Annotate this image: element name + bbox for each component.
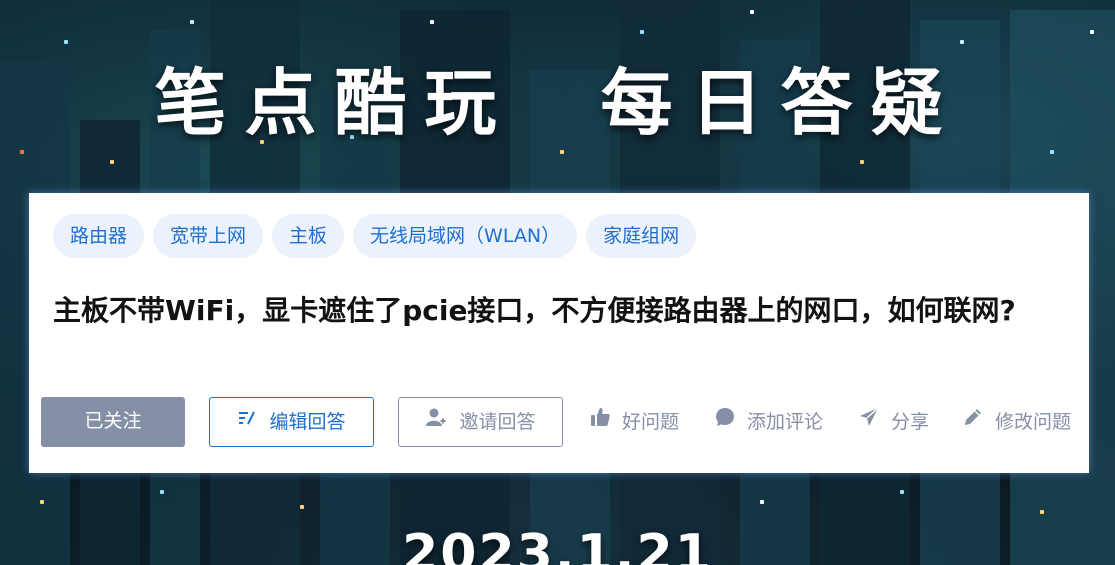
- modify-question-label: 修改问题: [995, 411, 1072, 433]
- followed-label: 已关注: [84, 410, 142, 432]
- invite-answer-button[interactable]: 邀请回答: [398, 397, 563, 447]
- invite-answer-label: 邀请回答: [459, 411, 536, 433]
- thumbs-up-icon: [590, 396, 610, 446]
- good-question-button[interactable]: 好问题: [590, 397, 679, 447]
- question-actions: 已关注 编辑回答 邀请回答 好问题 添加评论 分享 修改问题: [41, 397, 1081, 447]
- banner-title: 笔点酷玩 每日答疑: [154, 61, 961, 145]
- topic-tags: 路由器 宽带上网 主板 无线局域网（WLAN） 家庭组网: [53, 214, 697, 258]
- comment-icon: [715, 396, 735, 446]
- tag-wlan[interactable]: 无线局域网（WLAN）: [353, 214, 578, 258]
- share-icon: [859, 396, 879, 446]
- date-caption: 2023.1.21: [402, 524, 713, 565]
- tag-home-network[interactable]: 家庭组网: [586, 214, 697, 258]
- question-card: 路由器 宽带上网 主板 无线局域网（WLAN） 家庭组网 主板不带WiFi，显卡…: [29, 193, 1089, 473]
- add-comment-button[interactable]: 添加评论: [715, 397, 823, 447]
- tag-broadband[interactable]: 宽带上网: [153, 214, 264, 258]
- followed-button[interactable]: 已关注: [41, 397, 185, 447]
- share-label: 分享: [891, 411, 930, 433]
- edit-answer-label: 编辑回答: [269, 411, 346, 433]
- invite-user-icon: [425, 397, 447, 445]
- modify-question-button[interactable]: 修改问题: [963, 397, 1071, 447]
- add-comment-label: 添加评论: [747, 411, 824, 433]
- share-button[interactable]: 分享: [859, 397, 929, 447]
- tag-motherboard[interactable]: 主板: [272, 214, 345, 258]
- edit-icon: [237, 397, 257, 445]
- pencil-icon: [963, 396, 983, 446]
- good-question-label: 好问题: [622, 411, 680, 433]
- edit-answer-button[interactable]: 编辑回答: [209, 397, 374, 447]
- question-title: 主板不带WiFi，显卡遮住了pcie接口，不方便接路由器上的网口，如何联网?: [53, 294, 1016, 327]
- tag-router[interactable]: 路由器: [53, 214, 145, 258]
